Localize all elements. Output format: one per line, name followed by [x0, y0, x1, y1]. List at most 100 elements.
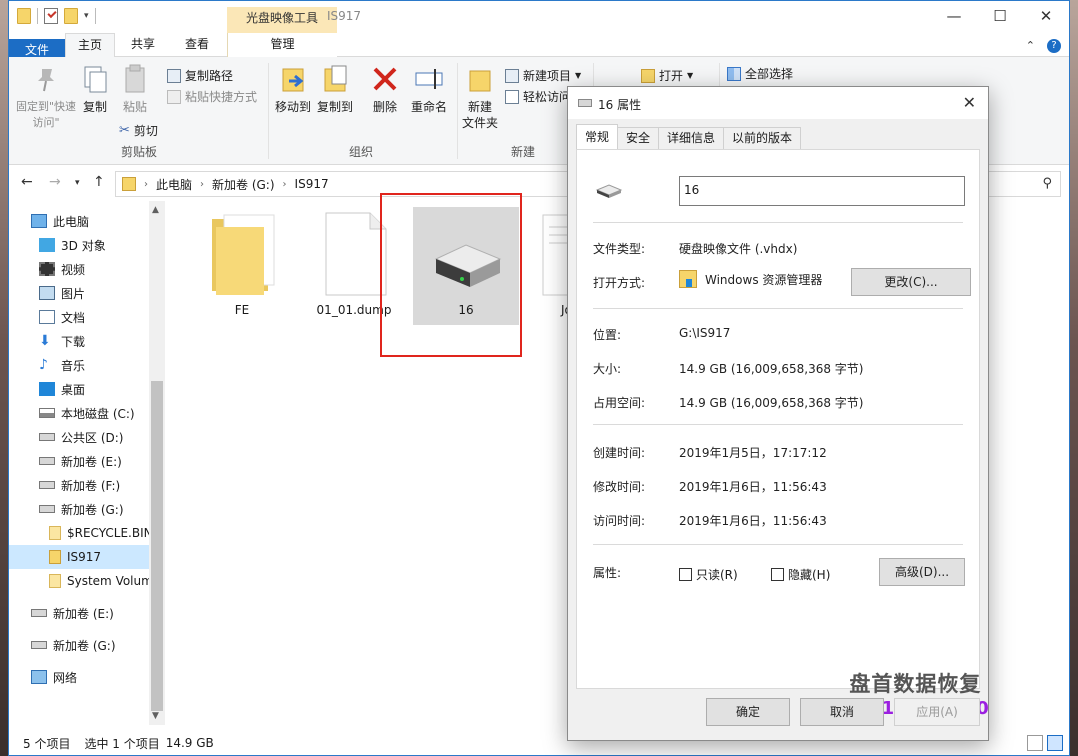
nav-item-system-volume[interactable]: System Volum: [9, 569, 149, 593]
readonly-checkbox[interactable]: 只读(R): [679, 566, 738, 583]
help-icon[interactable]: ?: [1047, 39, 1061, 53]
hard-disk-image-icon: [595, 184, 623, 198]
copy-to-button[interactable]: 复制到: [315, 63, 355, 115]
dialog-close-button[interactable]: ✕: [963, 93, 976, 112]
scroll-up-icon[interactable]: ▲: [152, 205, 159, 215]
paste-shortcut-button[interactable]: 粘贴快捷方式: [167, 88, 257, 105]
nav-item-drive-d[interactable]: 公共区 (D:): [9, 425, 149, 449]
nav-item-documents[interactable]: 文档: [9, 305, 149, 329]
breadcrumb-item[interactable]: IS917: [295, 177, 329, 191]
nav-item-desktop[interactable]: 桌面: [9, 377, 149, 401]
open-label: 打开: [659, 69, 684, 83]
nav-item-recycle-bin[interactable]: $RECYCLE.BIN: [9, 521, 149, 545]
chevron-up-icon[interactable]: ⌃: [1026, 39, 1035, 53]
search-input[interactable]: ⚲: [981, 171, 1061, 197]
documents-icon: [39, 310, 55, 324]
created-label: 创建时间:: [593, 446, 646, 460]
nav-item-drive-g2[interactable]: 新加卷 (G:): [9, 633, 149, 657]
nav-item-drive-e[interactable]: 新加卷 (E:): [9, 449, 149, 473]
ok-button[interactable]: 确定: [706, 698, 790, 726]
file-item-folder[interactable]: FE: [189, 207, 295, 325]
file-name-input[interactable]: 16: [679, 176, 965, 206]
move-to-button[interactable]: 移动到: [273, 63, 313, 115]
location-value: G:\IS917: [679, 326, 731, 340]
nav-item-this-pc[interactable]: 此电脑: [9, 209, 149, 233]
search-icon: ⚲: [1042, 176, 1052, 191]
nav-item-drive-g[interactable]: 新加卷 (G:): [9, 497, 149, 521]
scroll-down-icon[interactable]: ▼: [152, 711, 159, 721]
nav-item-downloads[interactable]: ⬇ 下载: [9, 329, 149, 353]
copy-path-button[interactable]: 复制路径: [167, 67, 233, 84]
nav-item-video[interactable]: 视频: [9, 257, 149, 281]
delete-button[interactable]: 删除: [367, 63, 403, 115]
details-view-icon[interactable]: [1027, 735, 1043, 751]
nav-item-drive-c[interactable]: 本地磁盘 (C:): [9, 401, 149, 425]
tab-home[interactable]: 主页: [65, 33, 115, 57]
new-folder-icon[interactable]: [64, 8, 78, 24]
size-on-disk-value: 14.9 GB (16,009,658,368 字节): [679, 396, 864, 410]
explorer-icon: [679, 270, 697, 288]
pin-quick-access-button[interactable]: 固定到"快速访问": [15, 63, 77, 131]
paste-button[interactable]: 粘贴: [117, 63, 153, 115]
open-button[interactable]: 打开 ▼: [641, 67, 693, 84]
quick-access-toolbar: ▾: [17, 8, 96, 24]
select-all-button[interactable]: 全部选择: [727, 65, 793, 82]
new-item-button[interactable]: 新建项目 ▼: [505, 67, 581, 84]
nav-item-drive-f[interactable]: 新加卷 (F:): [9, 473, 149, 497]
tab-details[interactable]: 详细信息: [658, 127, 725, 149]
new-folder-button[interactable]: 新建 文件夹: [461, 63, 499, 131]
easy-access-button[interactable]: 轻松访问: [505, 88, 571, 105]
rename-icon: [413, 63, 445, 95]
delete-icon: [369, 63, 401, 95]
nav-item-music[interactable]: ♪ 音乐: [9, 353, 149, 377]
apply-button[interactable]: 应用(A): [894, 698, 980, 726]
back-arrow-icon[interactable]: ←: [21, 174, 33, 190]
nav-item-label: 公共区 (D:): [61, 430, 124, 445]
view-toggles: [1027, 735, 1063, 751]
nav-item-label: System Volum: [67, 574, 149, 588]
tab-security[interactable]: 安全: [617, 127, 660, 149]
tab-previous-versions[interactable]: 以前的版本: [723, 127, 802, 149]
nav-item-is917[interactable]: IS917: [9, 545, 149, 569]
cut-button[interactable]: ✂ 剪切: [119, 122, 158, 139]
copy-button[interactable]: 复制: [77, 63, 113, 115]
nav-item-network[interactable]: 网络: [9, 665, 149, 689]
nav-item-label: 3D 对象: [61, 238, 106, 253]
large-icons-view-icon[interactable]: [1047, 735, 1063, 751]
chevron-down-icon[interactable]: ▾: [84, 11, 89, 21]
properties-icon[interactable]: [44, 8, 58, 24]
new-item-icon: [505, 68, 519, 83]
rename-button[interactable]: 重命名: [407, 63, 451, 115]
cancel-button[interactable]: 取消: [800, 698, 884, 726]
maximize-button[interactable]: ☐: [977, 1, 1023, 31]
forward-arrow-icon[interactable]: →: [49, 174, 61, 190]
advanced-button[interactable]: 高级(D)...: [879, 558, 965, 586]
hidden-checkbox[interactable]: 隐藏(H): [771, 566, 830, 583]
scrollbar-thumb[interactable]: [151, 381, 163, 711]
nav-scrollbar[interactable]: ▲ ▼: [149, 201, 165, 725]
pin-icon: [30, 63, 62, 95]
up-arrow-icon[interactable]: ↑: [93, 174, 105, 190]
nav-item-label: 桌面: [61, 382, 86, 397]
close-button[interactable]: ✕: [1023, 1, 1069, 31]
breadcrumb-item[interactable]: 此电脑: [156, 176, 192, 193]
recent-locations-icon[interactable]: ▾: [75, 178, 80, 188]
scissors-icon: ✂: [119, 123, 130, 138]
tab-general[interactable]: 常规: [576, 124, 619, 149]
open-with-app: Windows 资源管理器: [705, 272, 823, 287]
nav-item-label: 网络: [53, 670, 78, 685]
tab-view[interactable]: 查看: [171, 33, 223, 57]
nav-item-pictures[interactable]: 图片: [9, 281, 149, 305]
nav-item-3d-objects[interactable]: 3D 对象: [9, 233, 149, 257]
tab-manage[interactable]: 管理: [227, 33, 337, 57]
readonly-label: 只读(R): [696, 568, 738, 582]
nav-item-drive-e2[interactable]: 新加卷 (E:): [9, 601, 149, 625]
nav-item-label: 新加卷 (G:): [61, 502, 124, 517]
navigation-pane: 此电脑 3D 对象 视频 图片 文档 ⬇ 下载 ♪ 音乐 桌面 本地磁盘 (C:…: [9, 201, 165, 725]
drive-icon: [39, 433, 55, 441]
selection-count: 选中 1 个项目: [84, 736, 160, 751]
minimize-button[interactable]: —: [931, 1, 977, 31]
tab-share[interactable]: 共享: [117, 33, 169, 57]
breadcrumb-item[interactable]: 新加卷 (G:): [212, 176, 275, 193]
change-button[interactable]: 更改(C)...: [851, 268, 971, 296]
